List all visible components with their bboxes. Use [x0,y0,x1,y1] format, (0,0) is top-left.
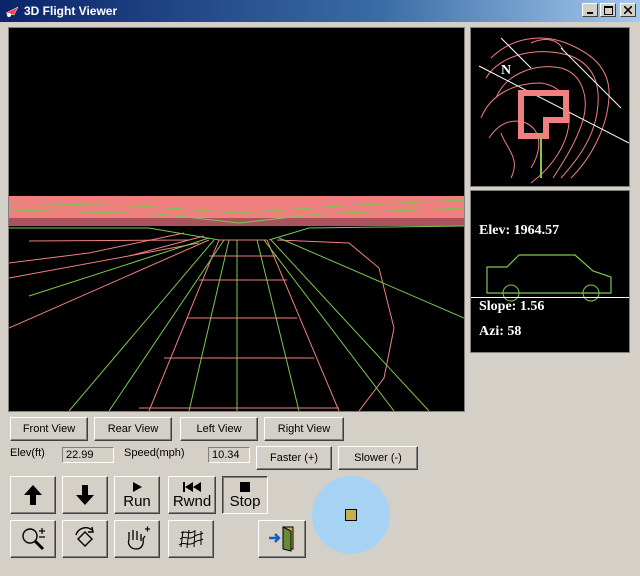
play-icon [133,482,142,492]
speed-label: Speed(mph) [124,447,185,459]
elev-label: Elev(ft) [10,447,45,459]
slower-button[interactable]: Slower (-) [338,446,418,470]
run-button[interactable]: Run [114,476,160,514]
info-panel: Elev: 1964.57 Slope: 1.56 Azi: 58 [470,190,630,353]
exit-door-icon [269,526,294,552]
rewind-button[interactable]: Rwnd [168,476,216,514]
terrain-mesh-icon [178,529,204,549]
overview-map[interactable]: N [470,27,630,187]
azimuth-readout: Azi: 58 [479,324,522,339]
flight-3d-view[interactable] [8,27,465,412]
arrow-down-icon [76,485,94,505]
close-icon [624,6,632,14]
pan-button[interactable] [114,520,160,558]
move-down-button[interactable] [62,476,108,514]
arrow-up-icon [24,485,42,505]
globe-position-marker[interactable] [345,509,357,521]
terrain-wireframe [8,196,465,412]
elev-field[interactable]: 22.99 [62,447,114,463]
hand-pan-icon [127,526,150,550]
rewind-icon [183,482,201,492]
close-button[interactable] [620,3,636,17]
navigation-globe[interactable] [312,476,390,554]
rotate-icon [75,526,94,547]
run-label: Run [123,493,151,510]
right-view-button[interactable]: Right View [264,417,344,441]
zoom-button[interactable] [10,520,56,558]
left-view-button[interactable]: Left View [180,417,258,441]
app-icon [5,6,19,17]
north-label: N [501,63,511,78]
stop-label: Stop [229,493,261,510]
speed-field[interactable]: 10.34 [208,447,250,463]
rewind-label: Rwnd [172,493,212,510]
contour-map: N [478,37,630,184]
stop-icon [240,482,250,492]
title-bar: 3D Flight Viewer [0,0,640,22]
profile-divider [471,297,629,298]
elevation-readout: Elev: 1964.57 [479,223,560,238]
front-view-button[interactable]: Front View [10,417,88,441]
exit-button[interactable] [258,520,306,558]
minimize-icon [587,12,593,14]
slope-readout: Slope: 1.56 [479,299,545,314]
window-title: 3D Flight Viewer [24,4,118,18]
terrain-mesh-button[interactable] [168,520,214,558]
rear-view-button[interactable]: Rear View [94,417,172,441]
move-up-button[interactable] [10,476,56,514]
maximize-button[interactable] [600,3,616,17]
maximize-icon [603,5,613,15]
faster-button[interactable]: Faster (+) [256,446,332,470]
zoom-icon [22,528,45,551]
stop-button[interactable]: Stop [222,476,268,514]
elevation-profile-icon [486,254,612,302]
minimize-button[interactable] [582,3,598,17]
rotate-button[interactable] [62,520,108,558]
